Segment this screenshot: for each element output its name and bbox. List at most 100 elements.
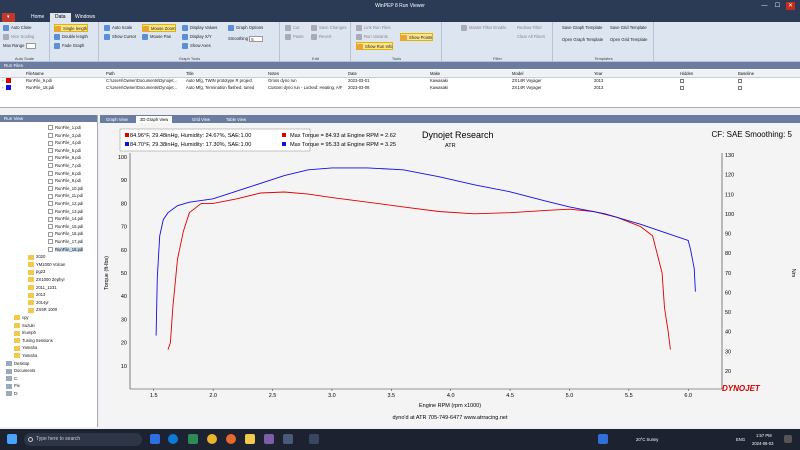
clock-date[interactable]: 2024-06-03 (752, 441, 773, 446)
graph-options-button[interactable]: Graph Options (228, 24, 263, 32)
close-button[interactable]: ✕ (786, 2, 795, 10)
cell-baseline[interactable] (736, 84, 800, 91)
tree-file-item[interactable]: RunFile_15.pdi (48, 223, 83, 230)
tab-windows[interactable]: Windows (70, 13, 100, 22)
col-notes[interactable]: Notes (266, 70, 346, 78)
col-baseline[interactable]: Baseline (736, 70, 800, 78)
tree-drive-item[interactable]: Documents (6, 367, 35, 374)
tree-folder-item[interactable]: ZX1000 Zephyr (28, 276, 65, 283)
mouse-zoom-button[interactable]: Mouse Zoom (142, 24, 177, 32)
tree-drive-item[interactable]: Desktop (6, 360, 29, 367)
tree-folder-item[interactable]: 2011_1231 (28, 284, 57, 291)
tree-file-item[interactable]: RunFile_16.pdi (48, 230, 83, 237)
task-view-icon[interactable] (150, 434, 160, 444)
col-path[interactable]: Path (104, 70, 184, 78)
tree-folder-item[interactable]: 2013 (28, 291, 45, 298)
tree-file-item[interactable]: RunFile_11.pdi (48, 192, 83, 199)
mouse-pan-button[interactable]: Mouse Pan (142, 33, 171, 41)
graph-panel[interactable]: 84.96°F, 29.48inHg, Humidity: 24.67%, SA… (100, 123, 800, 427)
tree-file-item[interactable]: RunFile_10.pdi (48, 185, 83, 192)
tree-folder-item[interactable]: Suzuki (14, 322, 35, 329)
tree-file-item[interactable]: RunFile_18.pdi (48, 246, 84, 253)
tab-grid-view[interactable]: Grid View (188, 116, 214, 123)
teams-icon[interactable] (598, 434, 608, 444)
firefox-icon[interactable] (226, 434, 236, 444)
dyno-chart[interactable]: 84.96°F, 29.48inHg, Humidity: 24.67%, SA… (100, 123, 800, 427)
language-indicator[interactable]: ENG (736, 437, 745, 442)
tree-folder-item[interactable]: Yamaha (14, 344, 37, 351)
tree-file-item[interactable]: RunFile_4.pdi (48, 139, 81, 146)
col-make[interactable]: Make (428, 70, 510, 78)
single-length-button[interactable]: Single length (54, 24, 89, 32)
cell-hidden[interactable] (678, 84, 736, 91)
max-range-field[interactable]: Max Range (3, 42, 36, 50)
tree-folder-item[interactable]: ZX6R 1000 (28, 306, 57, 313)
edge-icon[interactable] (168, 434, 178, 444)
cut-button[interactable]: Cut (285, 24, 300, 32)
tree-file-item[interactable]: RunFile_1.pdi (48, 124, 81, 131)
link-run-files-button[interactable]: Link Run Files (356, 24, 391, 32)
taskbar-search[interactable]: Type here to search (24, 433, 142, 446)
tree-folder-item[interactable]: triumph (14, 329, 36, 336)
clock-time[interactable]: 1:57 PM (756, 433, 772, 438)
tree-drive-item[interactable]: D: (6, 390, 18, 397)
chrome-icon[interactable] (207, 434, 217, 444)
save-grid-template-button[interactable]: Save Grid Template (602, 24, 647, 32)
tree-file-item[interactable]: RunFile_3.pdi (48, 132, 81, 139)
tab-home[interactable]: Home (26, 13, 49, 22)
smoothing-select[interactable]: 5 (249, 35, 264, 42)
tree-file-item[interactable]: RunFile_13.pdi (48, 208, 83, 215)
revert-button[interactable]: Revert (311, 33, 331, 41)
col-year[interactable]: Year (592, 70, 678, 78)
display-xy-button[interactable]: Display X/Y (182, 33, 212, 41)
paste-button[interactable]: Paste (285, 33, 304, 41)
col-title[interactable]: Title (184, 70, 266, 78)
tab-3d-graph-view[interactable]: 3D Graph View (136, 116, 173, 123)
baseline-checkbox[interactable] (738, 79, 742, 84)
tab-table-view[interactable]: Table View (222, 116, 250, 123)
minimize-button[interactable]: — (760, 2, 769, 10)
col-filename[interactable]: FileName (24, 70, 104, 78)
open-grid-template-button[interactable]: Open Grid Template (602, 36, 647, 44)
tree-folder-item[interactable]: Yamaha (14, 352, 37, 359)
save-graph-template-button[interactable]: Save Graph Template (554, 24, 602, 32)
tree-file-item[interactable]: RunFile_12.pdi (48, 200, 83, 207)
cell-baseline[interactable] (736, 77, 800, 84)
tree-file-item[interactable]: RunFile_6.pdi (48, 154, 81, 161)
open-graph-template-button[interactable]: Open Graph Template (554, 36, 603, 44)
tree-file-item[interactable]: RunFile_8.pdi (48, 170, 81, 177)
auto-close-button[interactable]: Auto Close (3, 24, 31, 32)
row-expander[interactable]: › (0, 77, 4, 84)
save-changes-button[interactable]: Save Changes (311, 24, 346, 32)
notification-icon[interactable] (784, 435, 792, 443)
show-cursor-button[interactable]: Show Cursor (104, 33, 136, 41)
tab-data[interactable]: Data (50, 13, 71, 22)
tree-folder-item[interactable]: Tuning Sessions (14, 337, 53, 344)
tree-file-item[interactable]: RunFile_9.pdi (48, 177, 81, 184)
tab-graph-view[interactable]: Graph View (102, 116, 132, 123)
store-icon[interactable] (188, 434, 198, 444)
double-length-button[interactable]: Double length (54, 33, 88, 41)
show-axes-button[interactable]: Show Axes (182, 42, 211, 50)
maximize-button[interactable]: ☐ (773, 2, 782, 10)
nice-scaling-button[interactable]: Nice Scaling (3, 33, 34, 41)
smoothing-control[interactable]: Smoothing 5 (228, 35, 264, 43)
tree-file-item[interactable]: RunFile_5.pdi (48, 147, 81, 154)
tree-drive-item[interactable]: C: (6, 375, 18, 382)
max-range-input[interactable] (25, 42, 36, 49)
tree-folder-item[interactable]: 2014yr (28, 299, 49, 306)
hidden-checkbox[interactable] (680, 85, 684, 90)
app-icon-1[interactable] (264, 434, 274, 444)
tree-folder-item[interactable]: pg23 (28, 268, 45, 275)
tree-folder-item[interactable]: cpy (14, 314, 29, 321)
show-points-button[interactable]: Show Points (400, 33, 434, 41)
tree-folder-item[interactable]: 2020 (28, 253, 45, 260)
table-row[interactable]: › RunFile_9.pdi C:\Users\Owner\Documents… (0, 77, 800, 84)
clear-filters-button[interactable]: Clear All Filters (509, 33, 545, 41)
tree-folder-item[interactable]: YM1000 Volcan (28, 261, 65, 268)
winpep-icon[interactable] (309, 434, 319, 444)
redraw-filter-button[interactable]: Redraw Filter (509, 24, 542, 32)
cell-hidden[interactable] (678, 77, 736, 84)
table-row[interactable]: › RunFile_18.pdi C:\Users\Owner\Document… (0, 84, 800, 91)
col-hidden[interactable]: Hidden (678, 70, 736, 78)
